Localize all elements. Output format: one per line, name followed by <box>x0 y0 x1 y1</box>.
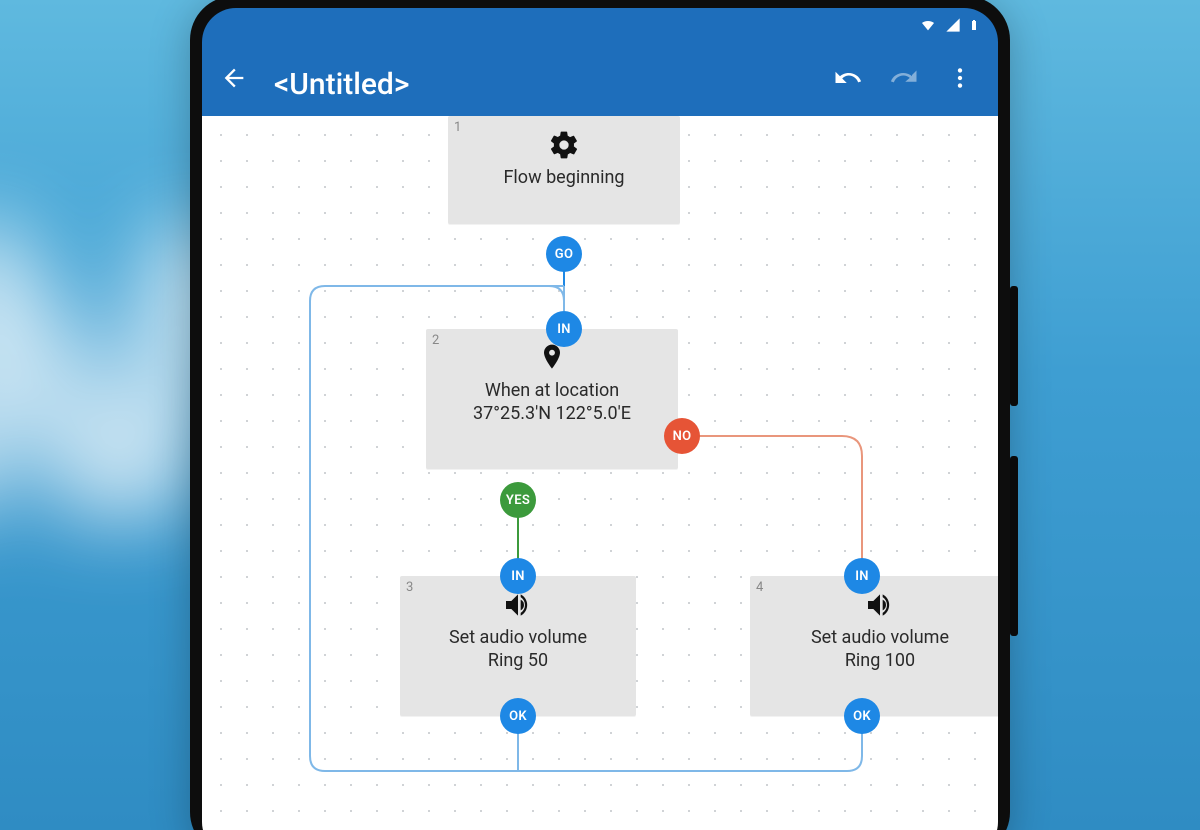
block-label: Set audio volume Ring 50 <box>400 624 636 685</box>
block-number: 3 <box>406 580 413 595</box>
block-label: Set audio volume Ring 100 <box>750 624 998 685</box>
port-in[interactable]: IN <box>844 558 880 594</box>
block-number: 4 <box>756 580 763 595</box>
phone-side-button <box>1010 286 1018 406</box>
flow-block-volume-100[interactable]: 4 Set audio volume Ring 100 <box>750 576 998 716</box>
block-number: 1 <box>454 120 461 135</box>
page-title: <Untitled> <box>274 67 824 102</box>
port-in[interactable]: IN <box>500 558 536 594</box>
port-yes[interactable]: YES <box>500 482 536 518</box>
block-label: When at location 37°25.3'N 122°5.0'E <box>426 377 678 438</box>
flow-block-location[interactable]: 2 When at location 37°25.3'N 122°5.0'E <box>426 329 678 469</box>
port-ok[interactable]: OK <box>844 698 880 734</box>
port-in[interactable]: IN <box>546 311 582 347</box>
overflow-menu-button[interactable] <box>936 54 984 102</box>
block-number: 2 <box>432 333 439 348</box>
port-no[interactable]: NO <box>664 418 700 454</box>
wifi-icon <box>918 17 938 33</box>
undo-icon <box>833 63 863 93</box>
phone-side-button <box>1010 456 1018 636</box>
cell-signal-icon <box>944 17 962 33</box>
redo-button[interactable] <box>880 54 928 102</box>
map-pin-icon <box>426 339 678 377</box>
port-ok[interactable]: OK <box>500 698 536 734</box>
back-button[interactable] <box>210 54 258 102</box>
phone-frame: <Untitled> <box>190 0 1010 830</box>
undo-button[interactable] <box>824 54 872 102</box>
status-bar <box>202 8 998 42</box>
flow-block-beginning[interactable]: 1 Flow beginning <box>448 116 680 224</box>
gear-icon <box>448 126 680 164</box>
flow-block-volume-50[interactable]: 3 Set audio volume Ring 50 <box>400 576 636 716</box>
more-vert-icon <box>947 65 973 91</box>
speaker-icon <box>750 586 998 624</box>
port-go[interactable]: GO <box>546 236 582 272</box>
redo-icon <box>889 63 919 93</box>
flow-canvas[interactable]: 1 Flow beginning GO IN 2 <box>202 116 998 830</box>
battery-icon <box>968 16 980 34</box>
block-label: Flow beginning <box>448 164 680 201</box>
arrow-left-icon <box>220 64 248 92</box>
